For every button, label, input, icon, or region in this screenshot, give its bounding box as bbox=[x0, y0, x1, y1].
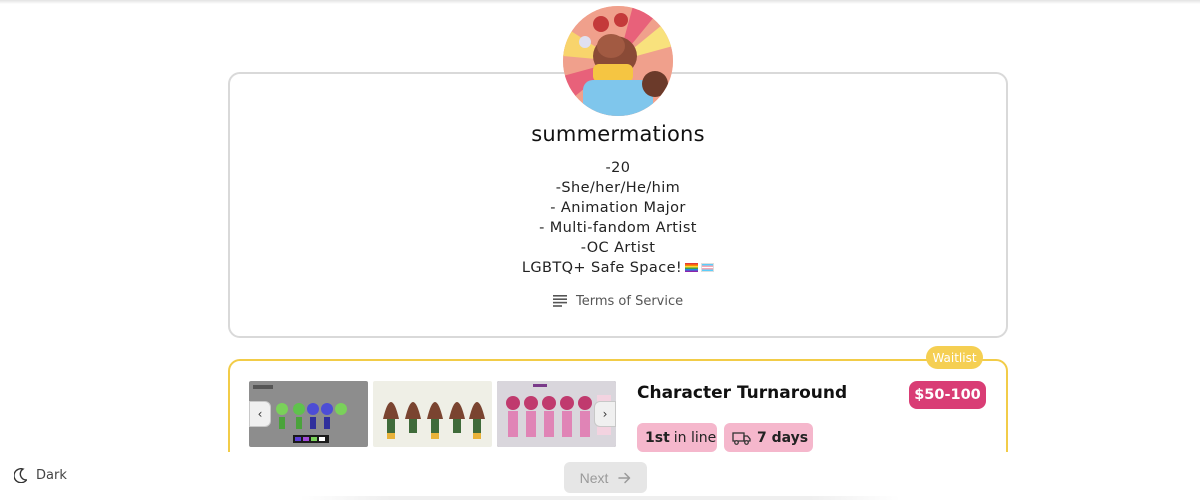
username: summermations bbox=[531, 122, 705, 146]
turnaround-value: 7 days bbox=[757, 429, 809, 446]
waitlist-badge: Waitlist bbox=[926, 346, 983, 369]
moon-icon bbox=[14, 468, 27, 483]
queue-position-chip: 1st in line bbox=[637, 423, 717, 452]
tos-label: Terms of Service bbox=[576, 293, 684, 309]
bio-line-text: LGBTQ+ Safe Space! bbox=[521, 260, 683, 276]
carousel-next-button[interactable]: › bbox=[594, 401, 616, 427]
avatar-illustration bbox=[563, 6, 673, 116]
queue-suffix: in line bbox=[673, 429, 717, 446]
bio-line: -20 bbox=[605, 160, 631, 176]
avatar bbox=[563, 6, 673, 116]
next-button[interactable]: Next bbox=[564, 462, 647, 493]
next-label: Next bbox=[579, 469, 609, 486]
trans-flag-icon bbox=[701, 263, 715, 272]
dark-mode-label: Dark bbox=[36, 468, 67, 483]
turnaround-chip: 7 days bbox=[724, 423, 813, 452]
truck-icon bbox=[732, 431, 751, 445]
queue-position: 1st bbox=[645, 429, 670, 446]
bio-line: - Animation Major bbox=[550, 200, 686, 216]
rainbow-flag-icon bbox=[685, 263, 699, 272]
arrow-right-icon bbox=[618, 472, 631, 483]
terms-of-service-link[interactable]: Terms of Service bbox=[553, 292, 683, 310]
price-badge: $50-100 bbox=[909, 381, 986, 409]
bio-line-safe-space: LGBTQ+ Safe Space! bbox=[228, 258, 1008, 278]
commission-thumbnail[interactable] bbox=[373, 381, 492, 447]
bio: -20 -She/her/He/him - Animation Major - … bbox=[228, 158, 1008, 278]
page-content: summermations -20 -She/her/He/him - Anim… bbox=[0, 0, 1200, 452]
carousel-prev-button[interactable]: ‹ bbox=[249, 401, 271, 427]
document-lines-icon bbox=[553, 295, 567, 307]
bio-line: -OC Artist bbox=[580, 240, 656, 256]
bio-line: - Multi-fandom Artist bbox=[539, 220, 697, 236]
chevron-left-icon: ‹ bbox=[257, 407, 263, 421]
bio-line: -She/her/He/him bbox=[555, 180, 681, 196]
commission-title[interactable]: Character Turnaround bbox=[637, 383, 847, 403]
scroll-indicator bbox=[300, 496, 900, 500]
dark-mode-toggle[interactable]: Dark bbox=[14, 468, 67, 483]
chevron-right-icon: › bbox=[602, 407, 608, 421]
